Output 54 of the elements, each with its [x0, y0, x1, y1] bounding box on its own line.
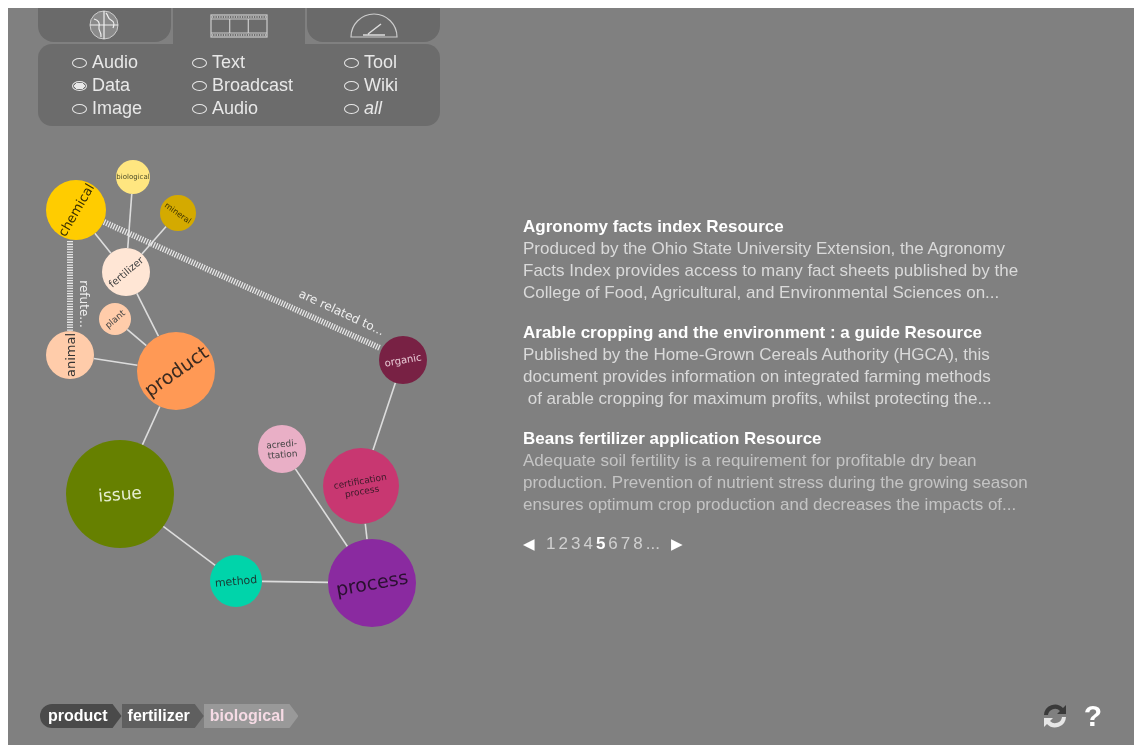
- connector-line: [126, 193, 133, 249]
- result-description: Published by the Home-Grown Cereals Authority (HGCA), this document provides information on integrated farming methods of arable cropping for maximum profits, whilst protecting the...: [523, 344, 993, 410]
- graph-node[interactable]: method: [210, 555, 262, 607]
- result-title-link[interactable]: Agronomy facts index Resource: [523, 216, 1028, 238]
- previous-page-link[interactable]: ◀: [523, 535, 535, 553]
- relation-label: refute...: [77, 280, 91, 328]
- graph-node[interactable]: process: [328, 539, 416, 627]
- breadcrumb-item[interactable]: product: [40, 704, 122, 728]
- gauge-icon: [347, 10, 400, 40]
- radio-button[interactable]: [72, 80, 87, 91]
- radio-label: all: [364, 98, 382, 119]
- next-page-link[interactable]: ▶: [670, 535, 683, 553]
- radio-label: Wiki: [364, 75, 398, 96]
- page-link[interactable]: 3: [570, 534, 581, 554]
- tab[interactable]: [38, 8, 171, 42]
- radio-label: Tool: [364, 52, 398, 73]
- connector-line: [141, 405, 161, 446]
- connector-line: [261, 580, 329, 584]
- connector-line: [364, 522, 368, 541]
- radio-label: Text: [212, 52, 245, 73]
- result-description: Adequate soil fertility is a requirement for profitable dry bean production. Prevention of nutrient stress during the growing season ensures optimum crop production and decreases the impacts of...: [523, 450, 1028, 516]
- result-title-link[interactable]: Beans fertilizer application Resource: [523, 428, 1028, 450]
- page-link[interactable]: 8: [633, 534, 643, 554]
- connector-line: [94, 232, 112, 255]
- breadcrumb-item[interactable]: biological: [203, 704, 299, 728]
- page-link[interactable]: 4: [583, 534, 593, 554]
- page-link[interactable]: 2: [558, 534, 568, 554]
- result-title-link[interactable]: Arable cropping and the environment : a guide Resource: [523, 322, 1028, 344]
- radio-label: Audio: [212, 98, 259, 119]
- page-link[interactable]: 6: [608, 534, 618, 554]
- graph-node[interactable]: certification process: [323, 448, 399, 524]
- connector-line: [92, 357, 139, 366]
- result-description: Produced by the Ohio State University Extension, the Agronomy Facts Index provides access to many fact sheets published by the College of Food, Agricultural, and Environmental Sciences on...: [523, 238, 1020, 304]
- tab[interactable]: [172, 8, 306, 44]
- tab[interactable]: [307, 8, 440, 42]
- page-link[interactable]: 1: [546, 534, 556, 554]
- globe-icon: [88, 9, 121, 41]
- connector-line: [372, 381, 397, 451]
- breadcrumb-item[interactable]: fertilizer: [121, 704, 204, 728]
- graph-node[interactable]: organic: [379, 336, 427, 384]
- connector-line: [141, 225, 167, 255]
- film-strip-icon: [210, 14, 268, 38]
- more-pages-link[interactable]: ...: [645, 534, 660, 554]
- radio-label: Audio: [92, 52, 139, 73]
- graph-node[interactable]: acredi- ttation: [258, 425, 306, 473]
- radio-label: Broadcast: [212, 75, 294, 96]
- page-link[interactable]: 5: [595, 534, 606, 554]
- connector-line: [162, 525, 216, 567]
- page-link[interactable]: 7: [620, 534, 631, 554]
- graph-node[interactable]: issue: [66, 440, 174, 548]
- graph-node[interactable]: animal: [46, 331, 94, 379]
- radio-label: Data: [92, 75, 131, 96]
- radio-label: Image: [92, 98, 143, 119]
- help-button[interactable]: ?: [1083, 699, 1102, 733]
